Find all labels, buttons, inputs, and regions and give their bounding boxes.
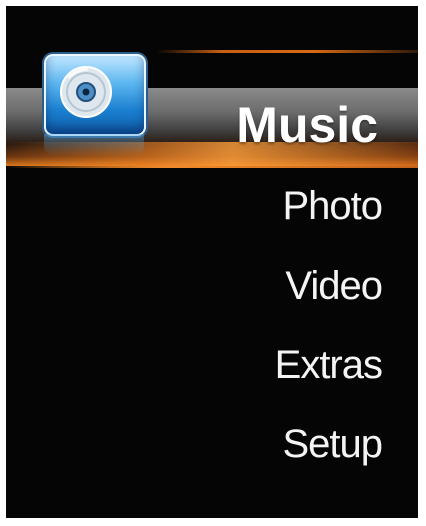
disc-icon[interactable] xyxy=(44,54,146,136)
top-accent-line xyxy=(156,50,418,53)
menu-item-video[interactable]: Video xyxy=(285,264,383,309)
highlight-underline xyxy=(6,166,418,168)
menu-item-photo[interactable]: Photo xyxy=(282,184,383,229)
main-menu-screen: Music Photo Video Extras Setup xyxy=(6,6,418,518)
icon-reflection xyxy=(44,134,144,156)
menu-item-extras[interactable]: Extras xyxy=(275,343,383,388)
menu-item-setup[interactable]: Setup xyxy=(282,422,383,467)
menu-item-music[interactable]: Music xyxy=(236,96,378,154)
